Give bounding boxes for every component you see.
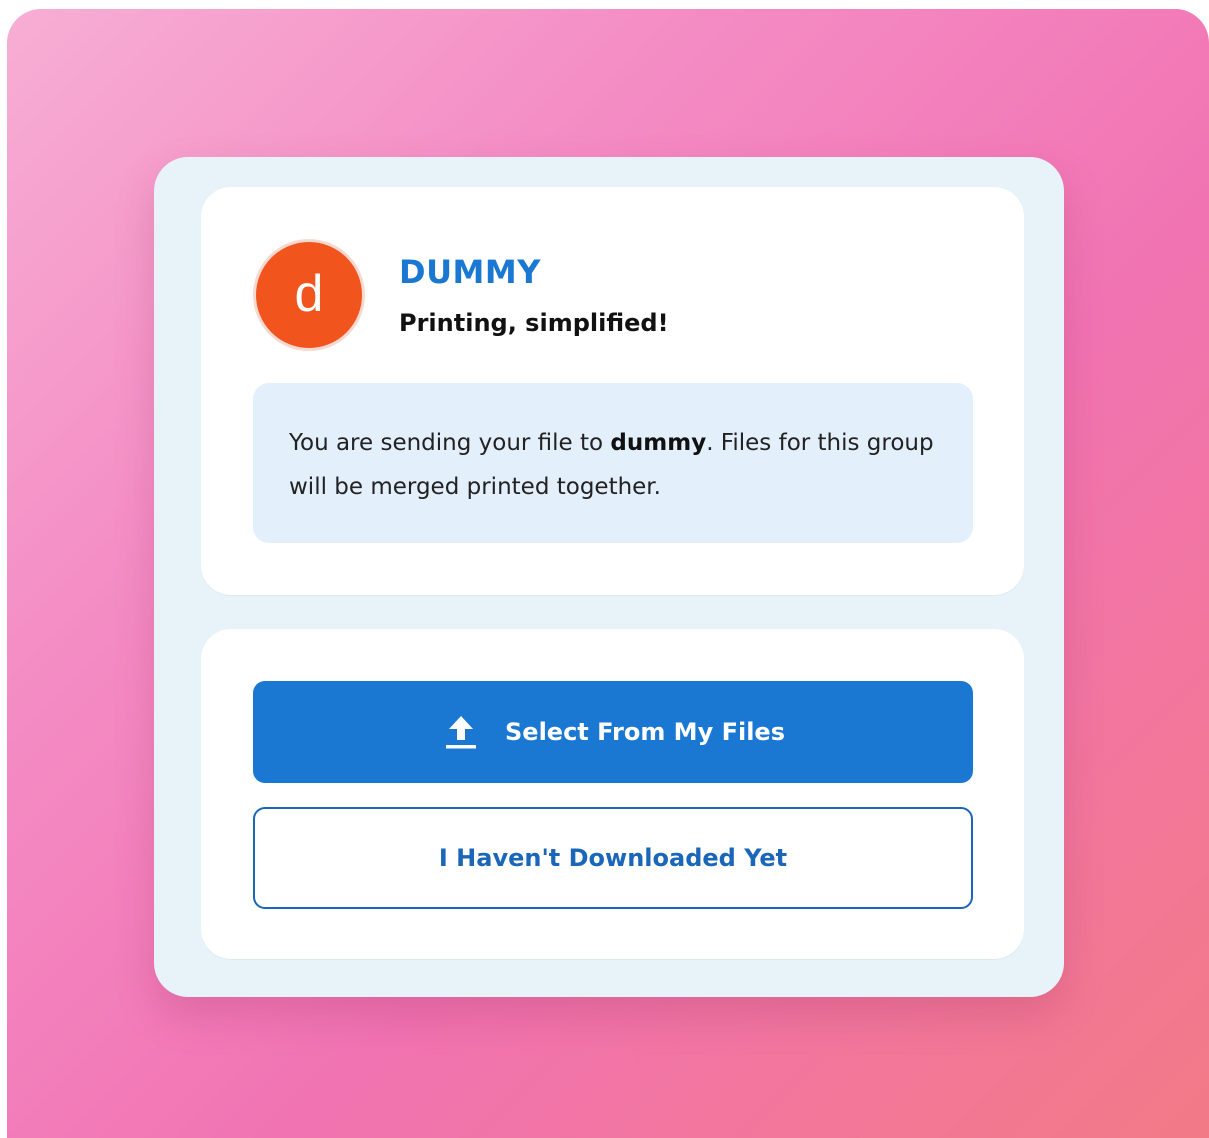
actions-panel: Select From My Files I Haven't Downloade… — [201, 629, 1024, 959]
info-prefix: You are sending your file to — [289, 430, 611, 456]
select-files-label: Select From My Files — [505, 718, 785, 746]
info-message: You are sending your file to dummy. File… — [253, 383, 973, 543]
group-avatar: d — [253, 239, 365, 351]
group-name: DUMMY — [399, 253, 541, 291]
upload-card: d DUMMY Printing, simplified! You are se… — [154, 157, 1064, 997]
group-info-panel: d DUMMY Printing, simplified! You are se… — [201, 187, 1024, 595]
select-files-button[interactable]: Select From My Files — [253, 681, 973, 783]
app-background: d DUMMY Printing, simplified! You are se… — [7, 9, 1209, 1138]
not-downloaded-label: I Haven't Downloaded Yet — [438, 844, 788, 872]
group-tagline: Printing, simplified! — [399, 309, 669, 337]
not-downloaded-button[interactable]: I Haven't Downloaded Yet — [253, 807, 973, 909]
upload-icon — [441, 712, 481, 752]
info-group-name: dummy — [610, 430, 707, 456]
